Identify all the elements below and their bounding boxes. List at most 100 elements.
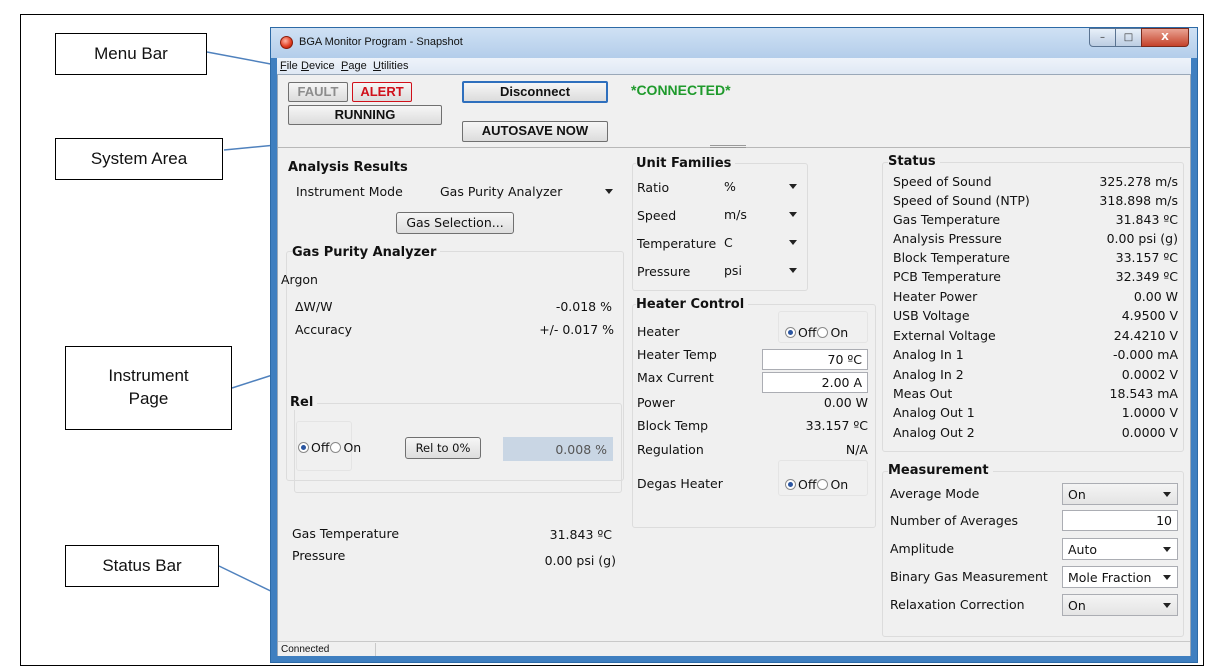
speed-label: Speed	[637, 208, 677, 223]
status-label-analog-in-2: Analog In 2	[893, 367, 964, 382]
regulation-value: N/A	[845, 442, 868, 457]
binary-gas-measurement-value: Mole Fraction	[1068, 570, 1152, 585]
unit-families-title: Unit Families	[636, 156, 736, 171]
heater-off-label: Off	[798, 325, 817, 340]
average-mode-value: On	[1068, 487, 1086, 502]
block-temp-label: Block Temp	[637, 418, 709, 433]
degas-radio-group: Off On	[785, 477, 848, 492]
instrument-mode-label: Instrument Mode	[296, 184, 403, 199]
degas-on-radio[interactable]	[817, 479, 829, 490]
chevron-down-icon	[1163, 575, 1171, 580]
speed-select[interactable]: m/s	[718, 203, 804, 225]
pressure-label: Pressure	[292, 548, 346, 563]
number-of-averages-label: Number of Averages	[890, 513, 1019, 528]
gas-selection-button[interactable]: Gas Selection...	[396, 212, 514, 234]
menu-utilities[interactable]: Utilities	[373, 60, 408, 72]
rel-radio-group: Off On	[298, 440, 361, 455]
rel-off-label: Off	[311, 440, 330, 455]
status-value-pcb-temperature: 32.349 ºC	[1115, 269, 1178, 284]
chevron-down-icon	[789, 240, 797, 245]
status-value-analog-in-1: -0.000 mA	[1113, 347, 1178, 362]
status-title: Status	[888, 154, 940, 169]
callout-system-area-text: System Area	[90, 148, 188, 168]
binary-gas-measurement-select[interactable]: Mole Fraction	[1062, 566, 1178, 588]
analysis-results-title: Analysis Results	[288, 160, 408, 175]
gas-name: Argon	[281, 272, 318, 287]
status-value-usb-voltage: 4.9500 V	[1121, 308, 1178, 323]
heater-on-radio[interactable]	[817, 327, 829, 338]
ratio-select[interactable]: %	[718, 175, 804, 197]
chevron-down-icon	[1163, 492, 1171, 497]
splitter-grip[interactable]	[710, 145, 746, 148]
block-temp-value: 33.157 ºC	[805, 418, 868, 433]
delta-w-value: -0.018 %	[555, 299, 612, 314]
status-value-meas-out: 18.543 mA	[1109, 386, 1178, 401]
rel-on-label: On	[343, 440, 362, 455]
degas-off-radio[interactable]	[785, 479, 796, 490]
rel-off-radio[interactable]	[298, 442, 309, 453]
power-label: Power	[637, 395, 675, 410]
accuracy-value: +/- 0.017 %	[539, 322, 614, 337]
status-label-pcb-temperature: PCB Temperature	[893, 269, 1001, 284]
alert-button[interactable]: ALERT	[352, 82, 412, 102]
menu-file[interactable]: File	[280, 60, 298, 72]
heater-temp-field[interactable]: 70 ºC	[762, 349, 868, 370]
callout-menu-bar-text: Menu Bar	[94, 43, 168, 63]
heater-label: Heater	[637, 324, 680, 339]
gas-purity-analyzer-title: Gas Purity Analyzer	[292, 245, 441, 260]
average-mode-select[interactable]: On	[1062, 483, 1178, 505]
ratio-label: Ratio	[637, 180, 670, 195]
status-label-analog-out-2: Analog Out 2	[893, 425, 975, 440]
window-title: BGA Monitor Program - Snapshot	[299, 36, 463, 48]
menu-page[interactable]: Page	[341, 60, 367, 72]
callout-system-area: System Area	[55, 138, 223, 180]
callout-instrument-page-line2: Page	[128, 389, 169, 408]
number-of-averages-field[interactable]: 10	[1062, 510, 1178, 531]
status-label-analysis-pressure: Analysis Pressure	[893, 231, 1002, 246]
instrument-mode-select[interactable]: Gas Purity Analyzer	[434, 180, 620, 202]
status-value-analog-out-2: 0.0000 V	[1121, 425, 1178, 440]
rel-to-zero-button[interactable]: Rel to 0%	[405, 437, 481, 459]
speed-value: m/s	[724, 207, 747, 222]
pressure-unit-select[interactable]: psi	[718, 259, 804, 281]
app-window: BGA Monitor Program - Snapshot – □ X Fil…	[270, 27, 1198, 663]
heater-off-radio[interactable]	[785, 327, 796, 338]
max-current-field[interactable]: 2.00 A	[762, 372, 868, 393]
menu-device[interactable]: Device	[301, 60, 335, 72]
title-bar[interactable]: BGA Monitor Program - Snapshot – □ X	[271, 28, 1197, 58]
callout-menu-bar: Menu Bar	[55, 33, 207, 75]
gas-temperature-value: 31.843 ºC	[549, 527, 612, 542]
relaxation-correction-select[interactable]: On	[1062, 594, 1178, 616]
status-bar: Connected	[278, 641, 1190, 656]
chevron-down-icon	[789, 268, 797, 273]
fault-button[interactable]: FAULT	[288, 82, 348, 102]
rel-on-radio[interactable]	[330, 442, 342, 453]
temperature-unit-label: Temperature	[637, 236, 717, 251]
heater-radio-group: Off On	[785, 325, 848, 340]
status-label-external-voltage: External Voltage	[893, 328, 996, 343]
disconnect-button[interactable]: Disconnect	[462, 81, 608, 103]
heater-control-title: Heater Control	[636, 297, 749, 312]
maximize-button[interactable]: □	[1115, 28, 1142, 47]
minimize-button[interactable]: –	[1089, 28, 1116, 47]
heater-on-label: On	[830, 325, 849, 340]
chevron-down-icon	[1163, 603, 1171, 608]
temperature-unit-select[interactable]: C	[718, 231, 804, 253]
gas-temperature-label: Gas Temperature	[292, 526, 400, 541]
pressure-unit-value: psi	[724, 263, 742, 278]
amplitude-select[interactable]: Auto	[1062, 538, 1178, 560]
degas-heater-label: Degas Heater	[637, 476, 723, 491]
status-label-usb-voltage: USB Voltage	[893, 308, 970, 323]
app-icon[interactable]	[280, 36, 293, 49]
status-bar-text: Connected	[278, 643, 376, 656]
measurement-title: Measurement	[888, 463, 993, 478]
close-button[interactable]: X	[1141, 28, 1189, 47]
autosave-now-button[interactable]: AUTOSAVE NOW	[462, 121, 608, 142]
connection-status: *CONNECTED*	[631, 82, 731, 98]
menu-bar: File Device Page Utilities	[277, 58, 1191, 74]
rel-title: Rel	[290, 395, 318, 410]
average-mode-label: Average Mode	[890, 486, 980, 501]
status-value-heater-power: 0.00 W	[1133, 289, 1178, 304]
status-value-block-temperature: 33.157 ºC	[1115, 250, 1178, 265]
status-label-speed-of-sound-ntp: Speed of Sound (NTP)	[893, 193, 1030, 208]
